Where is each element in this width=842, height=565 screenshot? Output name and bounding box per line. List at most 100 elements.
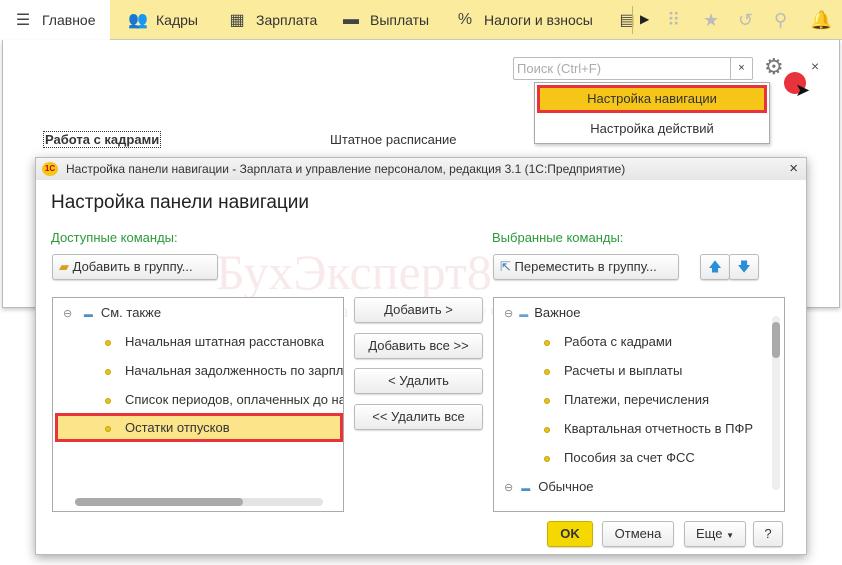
dialog-heading: Настройка панели навигации xyxy=(51,192,310,213)
section-label: Выплаты xyxy=(370,12,430,28)
button-label: Еще xyxy=(696,526,723,541)
vertical-scrollbar[interactable] xyxy=(772,316,780,490)
command-icon xyxy=(544,455,550,462)
help-button[interactable]: ? xyxy=(753,521,783,547)
calculator-icon: ▦ xyxy=(229,12,245,29)
list-item[interactable]: Список периодов, оплаченных до начала xyxy=(105,385,343,414)
section-salary[interactable]: ▦ Зарплата xyxy=(228,0,317,40)
section-panel: ☰ Главное 👥 Кадры ▦ Зарплата ▬ Выплаты % Нало… xyxy=(0,0,842,40)
scrollbar-thumb[interactable] xyxy=(75,498,243,506)
selected-commands-label: Выбранные команды: xyxy=(492,230,624,245)
section-staff[interactable]: 👥 Кадры xyxy=(128,0,198,40)
star-icon[interactable]: ★ xyxy=(703,10,719,31)
cancel-button[interactable]: Отмена xyxy=(602,521,674,547)
list-item[interactable]: Платежи, перечисления xyxy=(544,385,709,414)
scroll-right-icon[interactable]: ▶ xyxy=(640,12,649,26)
collapse-icon[interactable]: ⊖ xyxy=(63,308,72,320)
move-up-button[interactable]: 🡅 xyxy=(700,254,730,280)
people-icon: 👥 xyxy=(128,12,148,29)
command-icon xyxy=(544,368,550,375)
add-to-group-button[interactable]: ▰ Добавить в группу... xyxy=(52,254,218,280)
settings-menu: Настройка навигации Настройка действий xyxy=(534,82,770,144)
1c-logo-icon: 1С xyxy=(42,162,58,176)
list-item[interactable]: Работа с кадрами xyxy=(544,327,672,356)
list-item[interactable]: Квартальная отчетность в ПФР xyxy=(544,414,753,443)
search-placeholder: Поиск (Ctrl+F) xyxy=(517,61,602,76)
chevron-down-icon: ▼ xyxy=(726,531,734,540)
menu-item-navigation-settings[interactable]: Настройка навигации xyxy=(537,85,767,113)
apps-grid-icon[interactable]: ⠿ xyxy=(667,10,680,31)
move-to-group-button[interactable]: ⇱ Переместить в группу... xyxy=(493,254,679,280)
list-item[interactable]: Начальная штатная расстановка xyxy=(105,327,324,356)
search-input[interactable]: Поиск (Ctrl+F) × xyxy=(513,57,753,80)
add-all-button[interactable]: Добавить все >> xyxy=(354,333,483,359)
close-button[interactable]: × xyxy=(811,58,819,74)
command-icon xyxy=(544,426,550,433)
wallet-icon: ▬ xyxy=(343,11,359,28)
scrollbar-thumb[interactable] xyxy=(772,322,780,358)
important-group-icon: ▬ xyxy=(519,309,529,319)
gear-icon[interactable]: ⚙ xyxy=(764,54,784,80)
section-main[interactable]: ☰ Главное xyxy=(0,0,110,40)
list-item[interactable]: Расчеты и выплаты xyxy=(544,356,682,385)
item-label: Квартальная отчетность в ПФР xyxy=(564,421,754,436)
link-staff-work[interactable]: Работа с кадрами xyxy=(43,131,162,148)
command-icon xyxy=(544,397,550,404)
group-label: Важное xyxy=(534,305,581,320)
tree-group[interactable]: ⊖ ▬ Обычное xyxy=(504,472,594,501)
selected-commands-tree[interactable]: ⊖ ▬ Важное Работа с кадрами Расчеты и выпл… xyxy=(493,297,785,512)
bell-icon[interactable]: 🔔 xyxy=(810,10,832,31)
watermark-title: БухЭксперт8 xyxy=(216,244,492,300)
button-label: Добавить в группу... xyxy=(72,259,193,274)
link-staffing-table[interactable]: Штатное расписание xyxy=(330,132,457,147)
tree-group[interactable]: ⊖ ▬ См. также xyxy=(63,298,161,327)
folder-add-icon: ▰ xyxy=(59,259,69,274)
dialog-titlebar: 1С Настройка панели навигации - Зарплата… xyxy=(36,158,806,180)
search-icon[interactable]: ⚲ xyxy=(774,10,787,31)
item-label: Начальная штатная расстановка xyxy=(125,334,324,349)
menu-item-action-settings[interactable]: Настройка действий xyxy=(535,115,769,143)
command-icon xyxy=(544,339,550,346)
move-down-button[interactable]: 🡇 xyxy=(729,254,759,280)
section-label: Зарплата xyxy=(256,12,318,28)
collapse-icon[interactable]: ⊖ xyxy=(504,308,513,320)
percent-icon: % xyxy=(457,11,473,28)
list-item[interactable]: Пособия за счет ФСС xyxy=(544,443,695,472)
section-label: Главное xyxy=(42,12,96,28)
item-label: Пособия за счет ФСС xyxy=(564,450,695,465)
watermark: БухЭксперт8 xyxy=(216,243,492,301)
move-icon: ⇱ xyxy=(500,259,511,274)
command-icon xyxy=(105,425,111,432)
list-item[interactable]: Начальная задолженность по зарплате xyxy=(105,356,344,385)
available-commands-label: Доступные команды: xyxy=(51,230,178,245)
add-button[interactable]: Добавить > xyxy=(354,297,483,323)
history-icon[interactable]: ↺ xyxy=(738,10,753,31)
item-label: Начальная задолженность по зарплате xyxy=(125,363,344,378)
section-taxes[interactable]: % Налоги и взносы xyxy=(456,0,593,40)
hamburger-icon: ☰ xyxy=(15,12,31,29)
cursor-icon: ➤ xyxy=(795,80,811,100)
command-icon xyxy=(105,397,111,404)
remove-button[interactable]: < Удалить xyxy=(354,368,483,394)
dialog-close-button[interactable]: × xyxy=(789,158,798,180)
command-icon xyxy=(105,339,111,346)
section-payments[interactable]: ▬ Выплаты xyxy=(342,0,429,40)
group-label: Обычное xyxy=(538,479,594,494)
window-title: Настройка панели навигации - Зарплата и … xyxy=(66,162,626,176)
tree-group[interactable]: ⊖ ▬ Важное xyxy=(504,298,580,327)
collapse-icon[interactable]: ⊖ xyxy=(504,482,513,494)
more-button[interactable]: Еще ▼ xyxy=(684,521,746,547)
clear-search-button[interactable]: × xyxy=(730,58,752,79)
ok-button[interactable]: OK xyxy=(547,521,593,547)
remove-all-button[interactable]: << Удалить все xyxy=(354,404,483,430)
list-item-selected[interactable]: Остатки отпусков xyxy=(55,413,343,442)
available-commands-tree[interactable]: ⊖ ▬ См. также Начальная штатная расстанов… xyxy=(52,297,344,512)
horizontal-scrollbar[interactable] xyxy=(75,498,323,506)
group-icon: ▬ xyxy=(521,483,531,493)
section-more-icon[interactable]: ▤ xyxy=(618,0,636,40)
divider xyxy=(632,6,633,34)
item-label: Расчеты и выплаты xyxy=(564,363,683,378)
button-label: Переместить в группу... xyxy=(514,259,657,274)
navigation-settings-dialog: 1С Настройка панели навигации - Зарплата… xyxy=(35,157,807,555)
group-label: См. также xyxy=(100,305,162,320)
